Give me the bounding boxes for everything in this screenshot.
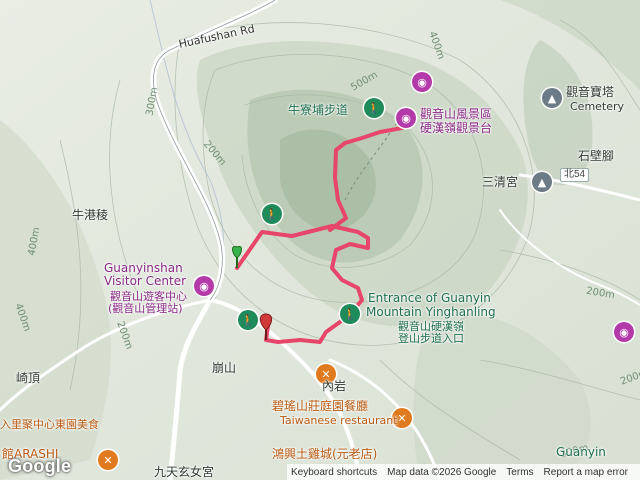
- temple-label-jiu-tian: 九天玄女宮: [154, 465, 215, 479]
- cemetery-label-zh: 觀音寶塔: [566, 85, 615, 99]
- scenic-camera-icon[interactable]: ◉: [396, 108, 416, 128]
- place-label-nei-yan: 內岩: [322, 379, 347, 393]
- poi-label-scenic-2[interactable]: 硬漢嶺觀景台: [420, 122, 492, 135]
- cemetery-icon[interactable]: ▲: [542, 88, 562, 108]
- google-logo: Google: [8, 456, 72, 476]
- map-data-link[interactable]: Map data ©2026 Google: [387, 467, 496, 478]
- hiking-icon-2[interactable]: 🚶: [262, 204, 282, 224]
- terms-link[interactable]: Terms: [506, 467, 533, 478]
- attribution-bar: Keyboard shortcuts Map data ©2026 Google…: [287, 464, 640, 480]
- hiking-icon-3[interactable]: 🚶: [238, 310, 258, 330]
- poi-label-left-food[interactable]: 入里聚中心東園美食: [0, 418, 99, 431]
- route-badge: 北54: [560, 168, 590, 182]
- temple-icon[interactable]: ▲: [532, 172, 552, 192]
- report-error-link[interactable]: Report a map error: [544, 467, 628, 478]
- camera-icon[interactable]: ◉: [412, 72, 432, 92]
- poi-label-niuliaopu[interactable]: 牛寮埔步道: [288, 104, 348, 117]
- poi-label-restaurant-2-zh[interactable]: 鴻興土雞城(元老店): [272, 448, 377, 461]
- poi-label-visitor-en-2[interactable]: Visitor Center: [104, 275, 186, 288]
- hiking-icon[interactable]: 🚶: [364, 98, 384, 118]
- poi-label-guanyin-bottom[interactable]: Guanyin: [556, 446, 606, 459]
- cemetery-label-en: Cemetery: [570, 100, 625, 113]
- temple-label: 三清宮: [482, 175, 519, 189]
- place-label-niu-gang-leng: 牛港稜: [72, 208, 109, 222]
- trail-entrance-icon[interactable]: 🚶: [340, 304, 360, 324]
- camera-icon-right[interactable]: ◉: [614, 322, 634, 342]
- restaurant-icon-3[interactable]: ✕: [98, 450, 118, 470]
- place-label-beng-shan: 崩山: [212, 361, 237, 375]
- place-label-qi-ding: 崎頂: [16, 371, 41, 385]
- poi-label-entrance-zh-2[interactable]: 登山步道入口: [398, 332, 464, 345]
- poi-label-entrance-en-1[interactable]: Entrance of Guanyin: [368, 292, 491, 305]
- poi-label-restaurant-1-zh[interactable]: 碧瑤山莊庭園餐廳: [272, 400, 368, 413]
- poi-label-visitor-zh-2[interactable]: (觀音山管理站): [108, 302, 183, 315]
- visitor-center-camera-icon[interactable]: ◉: [194, 276, 214, 296]
- poi-label-entrance-en-2[interactable]: Mountain Yinghanling: [366, 306, 496, 319]
- poi-label-scenic-1[interactable]: 觀音山風景區: [420, 108, 492, 121]
- keyboard-shortcuts-link[interactable]: Keyboard shortcuts: [291, 467, 377, 478]
- place-label-shi-bi-jiao: 石壁腳: [578, 149, 615, 163]
- poi-label-restaurant-1-en[interactable]: Taiwanese restaurant: [280, 414, 398, 427]
